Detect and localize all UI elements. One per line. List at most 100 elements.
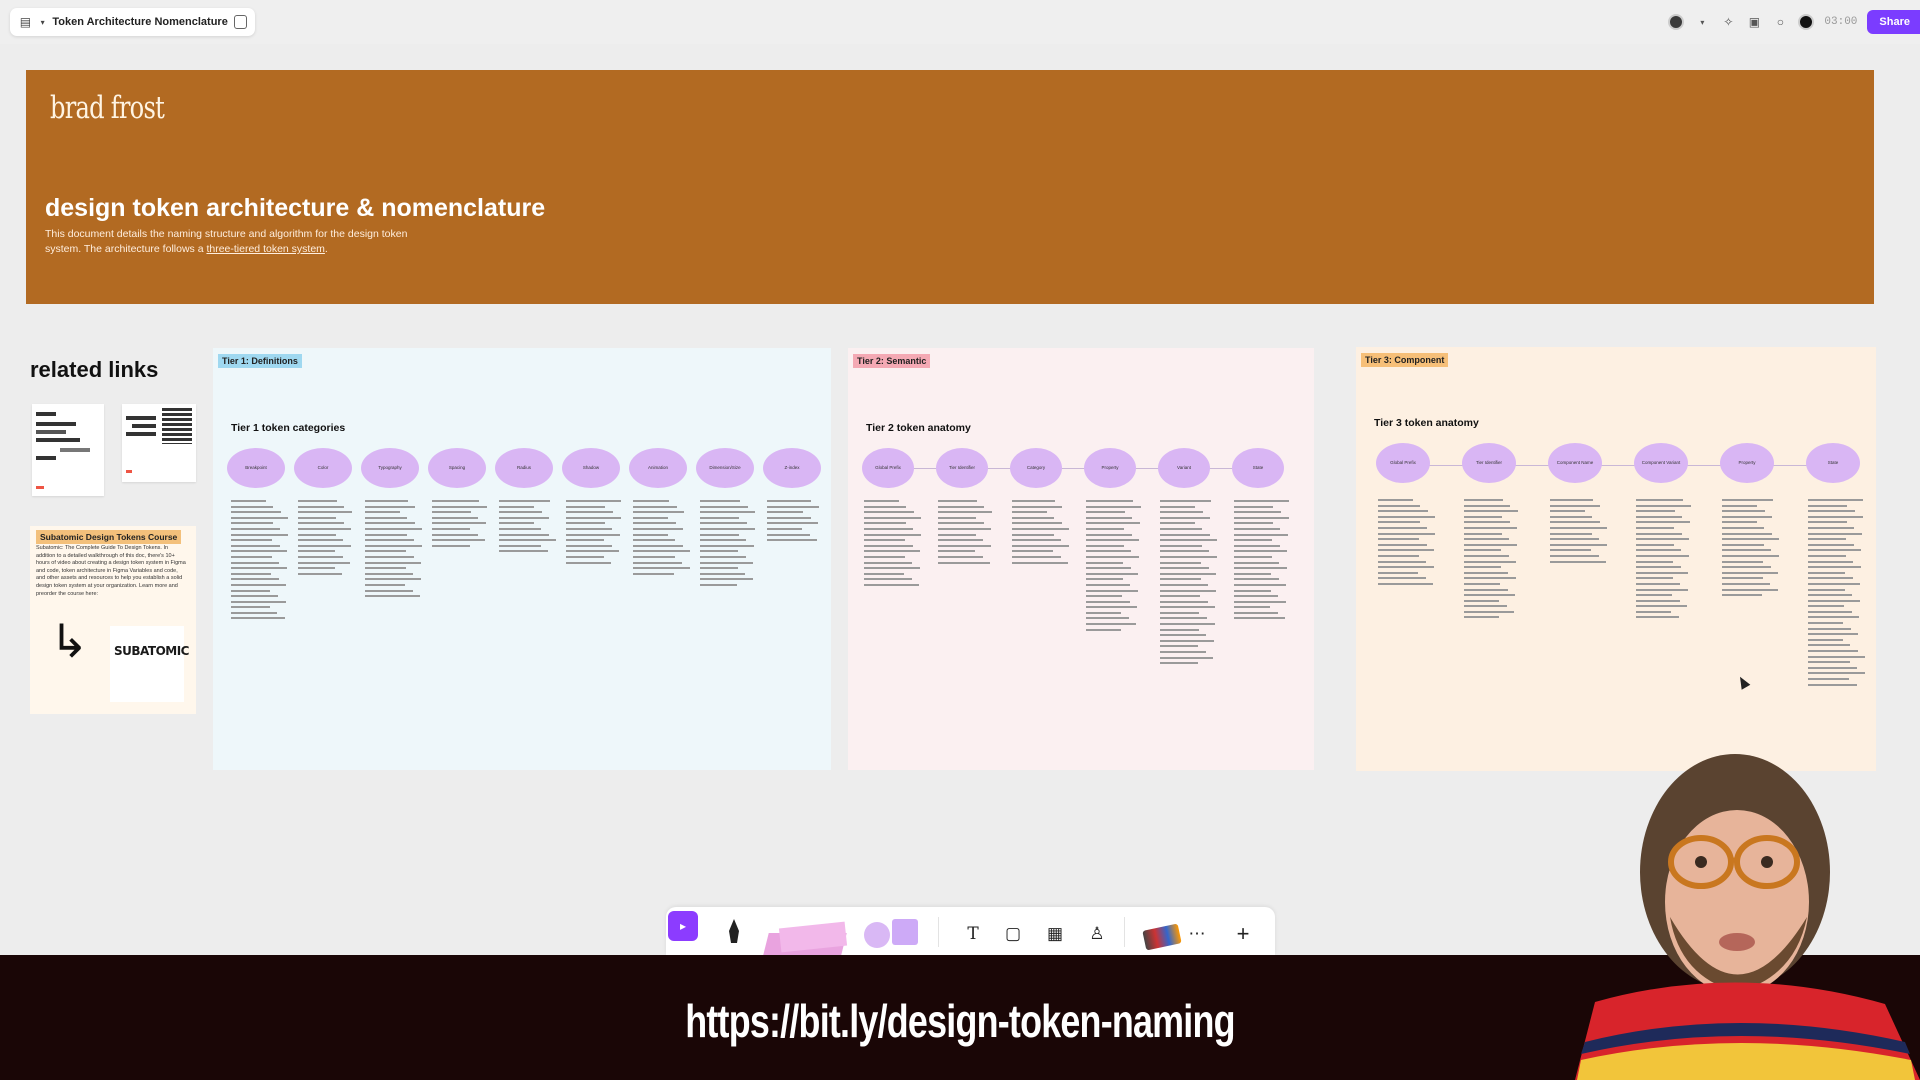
file-chip[interactable]: ▤ ▾ Token Architecture Nomenclature [10,8,255,36]
section-tool-icon[interactable]: ▢ [1002,923,1024,945]
description-column [1722,499,1780,600]
brand-logo: brad frost [50,90,165,126]
toolbar-divider [938,917,939,947]
description-column [231,500,289,623]
pen-shape [729,919,739,943]
tier2-pill: Global Prefix [862,448,914,488]
description-column [1086,500,1144,634]
description-column [1378,499,1436,589]
chevron-down-icon[interactable]: ▾ [1694,14,1710,30]
square-shape-tool-icon[interactable] [892,919,918,945]
description-column [298,500,356,578]
page-description: This document details the naming structu… [45,227,425,257]
tier2-pill: Variant [1158,448,1210,488]
tier-2-title: Tier 2 token anatomy [866,422,971,434]
course-description: Subatomic: The Complete Guide To Design … [36,545,186,597]
course-card[interactable]: Subatomic Design Tokens Course Subatomic… [30,526,196,714]
description-column [1464,499,1522,622]
circle-shape-tool-icon[interactable] [864,922,890,948]
file-name[interactable]: Token Architecture Nomenclature [52,16,227,28]
tier-1-panel: Tier 1: Definitions Tier 1 token categor… [213,348,831,770]
chevron-down-icon[interactable]: ▾ [39,14,46,30]
layout-icon[interactable]: ▣ [1746,14,1762,30]
description-column [633,500,691,578]
description-column [767,500,825,545]
tier1-pill: Z-index [763,448,821,488]
ai-sparkle-icon[interactable]: ✧ [1720,14,1736,30]
course-tag: Subatomic Design Tokens Course [36,530,182,544]
tier1-pill: Radius [495,448,553,488]
related-links-title: related links [30,357,159,382]
description-column [566,500,624,567]
more-tools-icon[interactable]: ⋯ [1186,923,1208,945]
course-brand: SUBATOMIC [114,644,190,658]
tier2-pill: Category [1010,448,1062,488]
collaborator-avatar[interactable] [1798,14,1815,30]
tier1-pill: Typography [361,448,419,488]
description-column [1550,499,1608,566]
timer[interactable]: 03:00 [1824,16,1857,28]
tier-1-tag: Tier 1: Definitions [218,354,302,368]
tier1-pill: Spacing [428,448,486,488]
bottom-toolbar: ▸ T ▢ ▦ ♙ ⋯ + [666,907,1275,955]
description-column [864,500,922,590]
figma-menu-icon[interactable]: ▤ [18,14,33,30]
tier-3-anatomy: Global Prefix Tier Identifier Component Na… [1376,443,1892,483]
tier1-pill: Dimension/Size [696,448,754,488]
top-bar: ▤ ▾ Token Architecture Nomenclature ▾ ✧ … [0,0,1920,44]
tier-1-categories: Breakpoint Color Typography Spacing Radius Sh… [227,448,830,488]
share-button[interactable]: Share [1867,10,1920,34]
stamp-tool-icon[interactable]: ♙ [1086,923,1108,945]
sticky-note-tool-icon[interactable] [763,921,850,955]
tier3-pill: Property [1720,443,1774,483]
tier1-pill: Shadow [562,448,620,488]
description-column [1808,499,1866,689]
tier-2-panel: Tier 2: Semantic Tier 2 token anatomy Gl… [848,348,1314,770]
tier-1-title: Tier 1 token categories [231,422,346,434]
hero-banner: brad frost design token architecture & n… [26,70,1874,304]
tier3-pill: Global Prefix [1376,443,1430,483]
tier-3-panel: Tier 3: Component Tier 3 token anatomy G… [1356,347,1876,771]
tier3-pill: State [1806,443,1860,483]
related-thumbnail-1[interactable] [32,404,104,496]
description-column [1636,499,1694,622]
tier-2-anatomy: Global Prefix Tier Identifier Category Prop… [862,448,1306,488]
widgets-tool-icon[interactable] [1142,923,1182,951]
page-title: design token architecture & nomenclature [45,194,546,222]
tier1-pill: Animation [629,448,687,488]
text-tool-icon[interactable]: T [962,923,984,945]
description-column [365,500,423,601]
description-column [938,500,996,567]
tier-3-tag: Tier 3: Component [1361,353,1449,367]
tier3-pill: Component Name [1548,443,1602,483]
description-column [432,500,490,550]
description-column [499,500,557,556]
tier2-pill: Property [1084,448,1136,488]
three-tiered-link[interactable]: three-tiered token system [206,243,324,255]
description-column [1012,500,1070,567]
curved-arrow-icon: ↳ [50,615,89,667]
add-tool-icon[interactable]: + [1232,921,1254,946]
description-column [1234,500,1292,623]
toolbar-divider [1124,917,1125,947]
tier2-pill: Tier Identifier [936,448,988,488]
panel-toggle-icon[interactable] [233,15,247,29]
pen-tool-icon[interactable] [726,919,742,943]
related-thumbnail-2[interactable] [122,404,196,482]
tier-3-title: Tier 3 token anatomy [1374,417,1479,429]
description-column [1160,500,1218,668]
description-column [700,500,758,590]
comment-icon[interactable]: ○ [1772,14,1788,30]
course-cover[interactable]: SUBATOMIC [110,626,190,702]
presenter-video [1575,754,1920,1080]
tier2-pill: State [1232,448,1284,488]
tier3-pill: Tier Identifier [1462,443,1516,483]
top-right-controls: ▾ ✧ ▣ ○ 03:00 Share [1668,10,1920,34]
user-avatar[interactable] [1668,14,1685,30]
description-end: . [324,243,328,255]
table-tool-icon[interactable]: ▦ [1044,923,1066,945]
select-tool-icon[interactable]: ▸ [668,911,698,941]
tier-2-tag: Tier 2: Semantic [853,354,931,368]
tier1-pill: Color [294,448,352,488]
tier1-pill: Breakpoint [227,448,285,488]
